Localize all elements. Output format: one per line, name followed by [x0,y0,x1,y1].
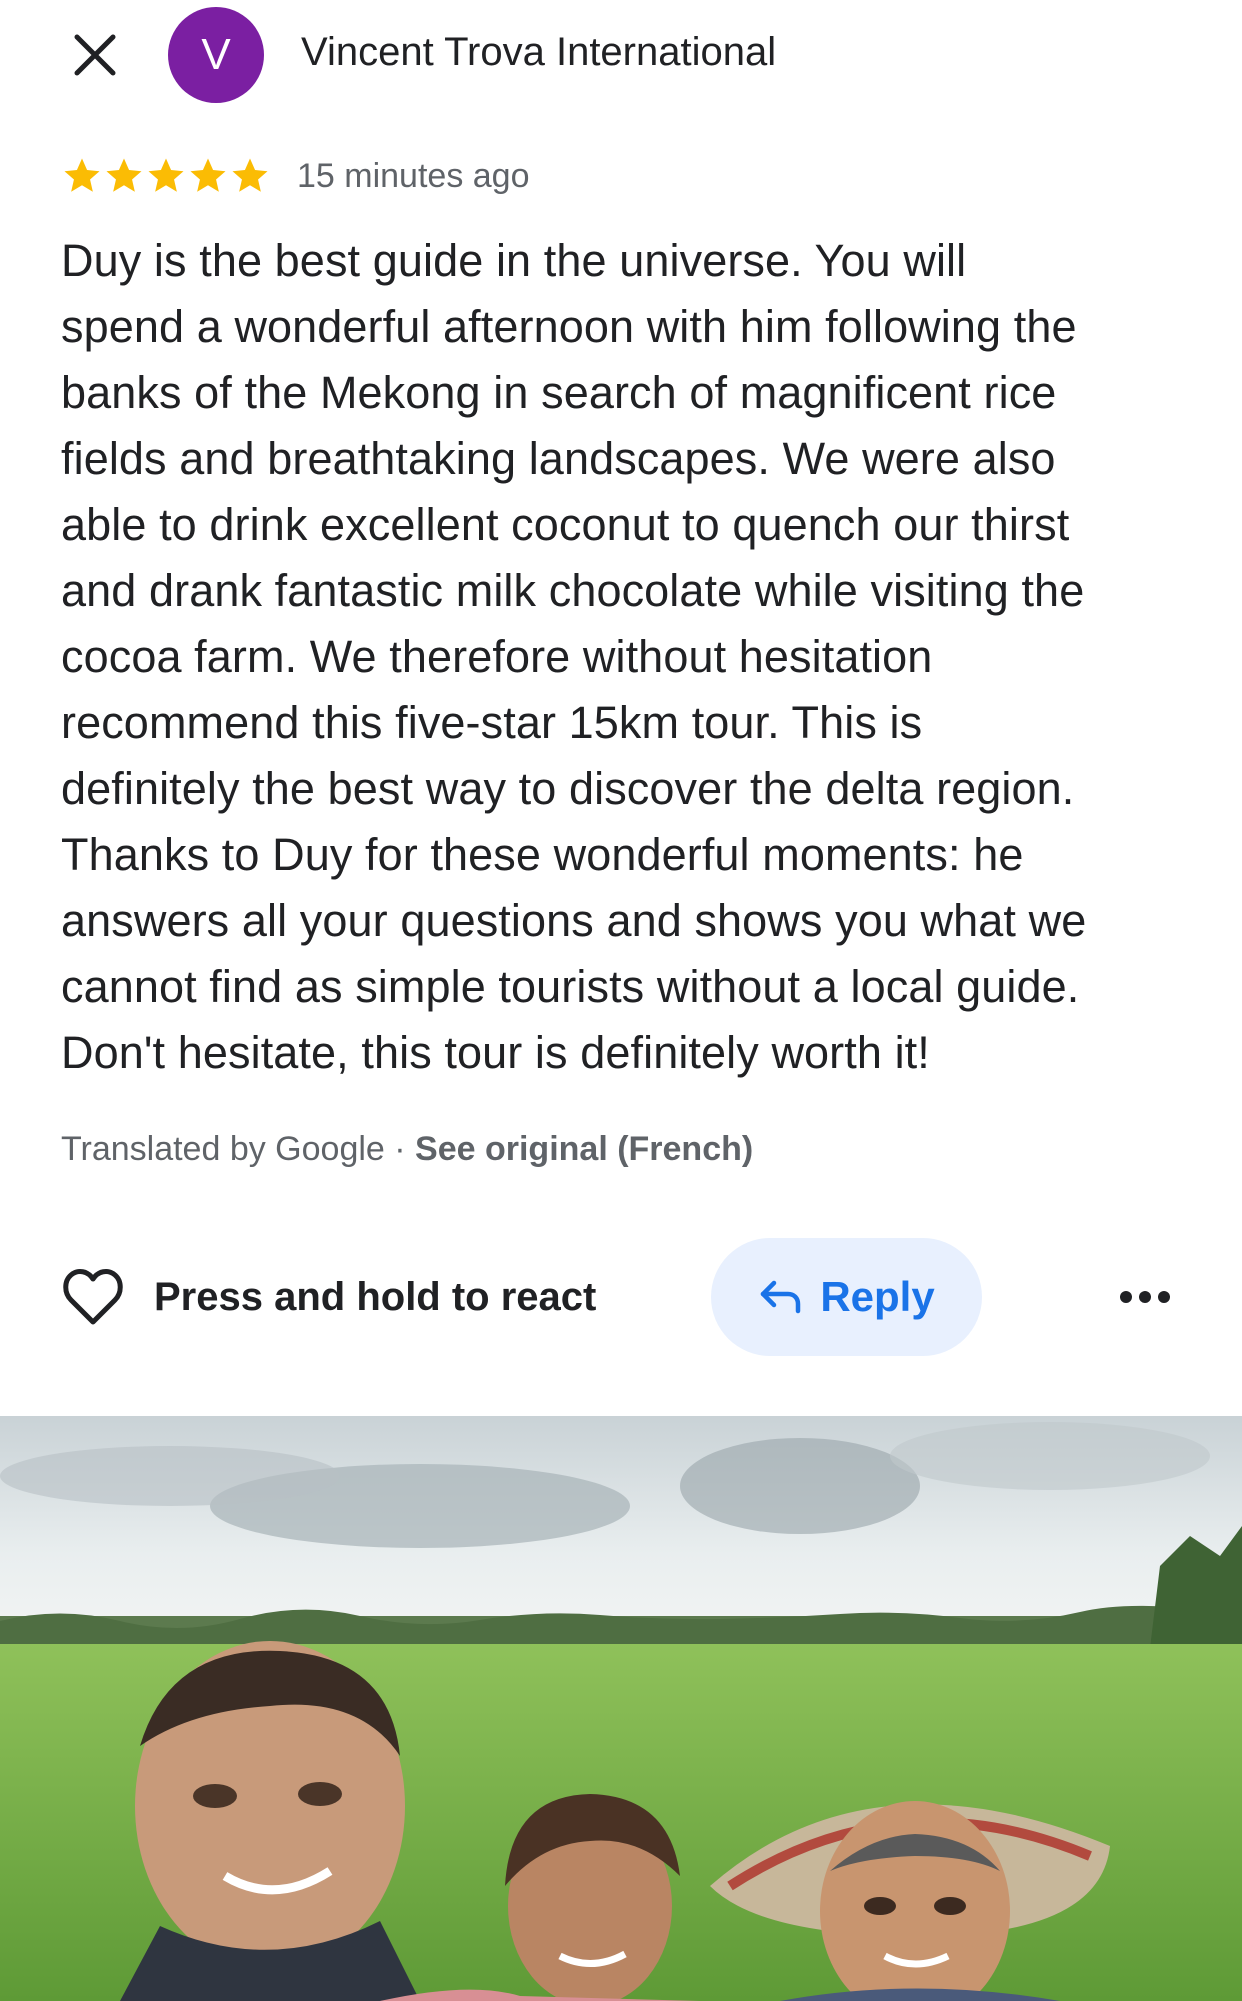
review-text-line: banks of the Mekong in search of magnifi… [61,367,1057,418]
star-rating [61,155,271,197]
rice-field-photo [0,1416,1242,2001]
avatar[interactable]: V [168,7,264,103]
reply-button[interactable]: Reply [711,1238,982,1356]
review-text-line: answers all your questions and shows you… [61,895,1087,946]
review-text-line: spend a wonderful afternoon with him fol… [61,301,1077,352]
star-icon [106,158,142,192]
review-text-line: cannot find as simple tourists without a… [61,961,1080,1012]
review-header: V Vincent Trova International [0,0,1242,110]
review-time: 15 minutes ago [297,156,530,195]
review-text-line: and drank fantastic milk chocolate while… [61,565,1085,616]
star-icon [232,158,268,192]
more-horizontal-icon [1120,1291,1170,1303]
translated-by-label: Translated by Google · [61,1130,416,1168]
reply-label: Reply [820,1273,935,1320]
review-text-line: cocoa farm. We therefore without hesitat… [61,631,933,682]
star-icon [148,158,184,192]
review-text-line: Thanks to Duy for these wonderful moment… [61,829,1024,880]
review-text-line: able to drink excellent coconut to quenc… [61,499,1070,550]
review-text-line: fields and breathtaking landscapes. We w… [61,433,1056,484]
review-text-line: definitely the best way to discover the … [61,763,1075,814]
react-label: Press and hold to react [154,1274,597,1319]
star-icon [190,158,226,192]
review-text: Duy is the best guide in the universe. Y… [61,228,1191,1086]
review-page: V Vincent Trova International 15 minutes… [0,0,1242,2001]
author-name[interactable]: Vincent Trova International [301,30,776,75]
review-text-line: Duy is the best guide in the universe. Y… [61,235,967,286]
react-button[interactable]: Press and hold to react [62,1262,596,1332]
reply-arrow-icon [761,1280,801,1314]
review-text-line: recommend this five-star 15km tour. This… [61,697,923,748]
close-icon [74,34,116,76]
translation-note: Translated by Google · See original (Fre… [61,1130,753,1169]
review-text-line: Don't hesitate, this tour is definitely … [61,1027,930,1078]
review-photo[interactable] [0,1416,1242,2001]
rating-row: 15 minutes ago [61,150,530,202]
close-button[interactable] [62,22,128,88]
more-options-button[interactable] [1110,1272,1180,1322]
see-original-link[interactable]: See original (French) [415,1130,753,1168]
heart-outline-icon [63,1269,123,1325]
star-icon [64,158,100,192]
avatar-letter: V [201,30,231,79]
